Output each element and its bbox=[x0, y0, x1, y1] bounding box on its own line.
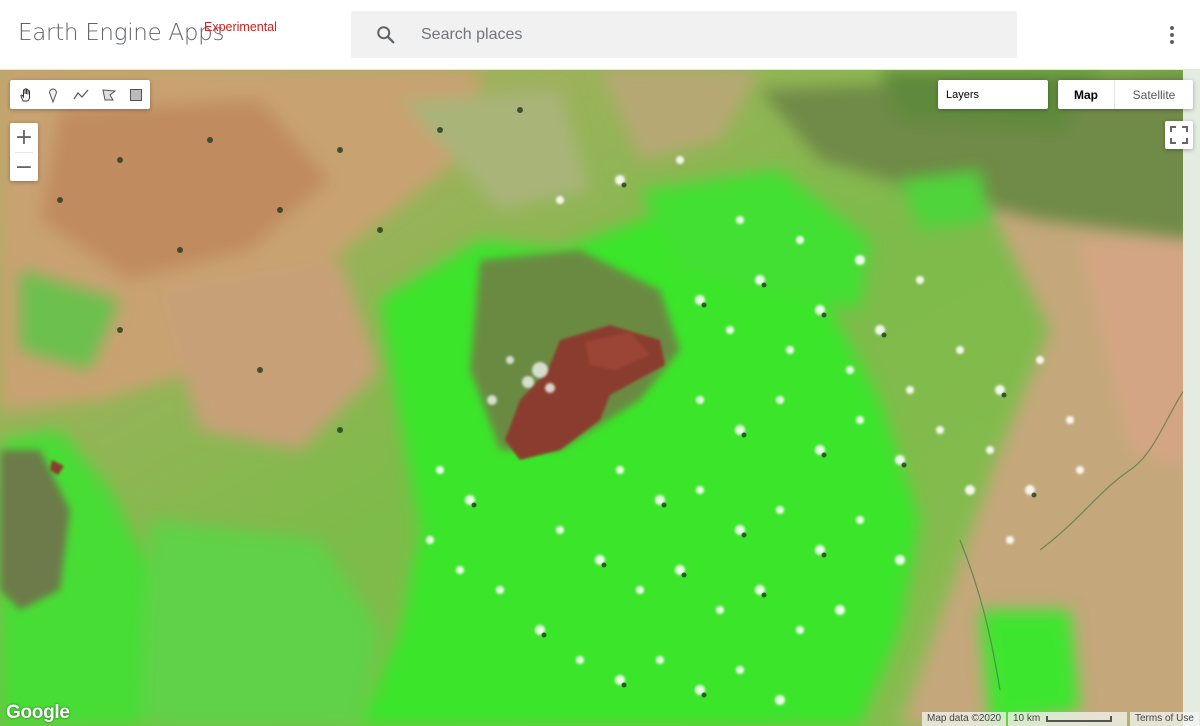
marker-icon[interactable] bbox=[40, 80, 68, 109]
experimental-badge: Experimental bbox=[204, 20, 277, 34]
terms-of-use-link[interactable]: Terms of Use bbox=[1130, 712, 1199, 726]
polygon-icon[interactable] bbox=[95, 80, 123, 109]
zoom-control: + − bbox=[10, 123, 38, 181]
zoom-out-button[interactable]: − bbox=[10, 153, 38, 182]
more-options-icon[interactable] bbox=[1160, 22, 1184, 48]
search-icon[interactable] bbox=[375, 24, 397, 46]
map-data-attribution[interactable]: Map data ©2020 bbox=[922, 712, 1007, 726]
app-header: Earth Engine Apps Experimental bbox=[0, 0, 1200, 70]
google-logo: Google bbox=[6, 702, 70, 723]
scale-label: 10 km bbox=[1013, 713, 1041, 724]
zoom-in-button[interactable]: + bbox=[10, 123, 38, 152]
app-title[interactable]: Earth Engine Apps bbox=[18, 20, 224, 46]
layers-dropdown[interactable]: Layers bbox=[938, 80, 1048, 109]
fullscreen-icon[interactable] bbox=[1165, 121, 1193, 149]
satellite-imagery bbox=[0, 70, 1200, 726]
scale-bar[interactable]: 10 km bbox=[1008, 712, 1127, 726]
drawing-tools bbox=[10, 80, 150, 109]
hand-icon[interactable] bbox=[12, 80, 40, 109]
map-type-satellite-button[interactable]: Satellite bbox=[1115, 80, 1193, 109]
search-input[interactable] bbox=[421, 11, 1001, 58]
rectangle-icon[interactable] bbox=[122, 80, 150, 109]
scale-bar-line bbox=[1046, 716, 1113, 722]
map-canvas[interactable]: + − Layers Map Satellite Google Map data… bbox=[0, 70, 1200, 726]
search-box[interactable] bbox=[351, 11, 1017, 58]
map-type-map-button[interactable]: Map bbox=[1058, 80, 1115, 109]
map-type-control: Map Satellite bbox=[1058, 80, 1193, 109]
polyline-icon[interactable] bbox=[67, 80, 95, 109]
